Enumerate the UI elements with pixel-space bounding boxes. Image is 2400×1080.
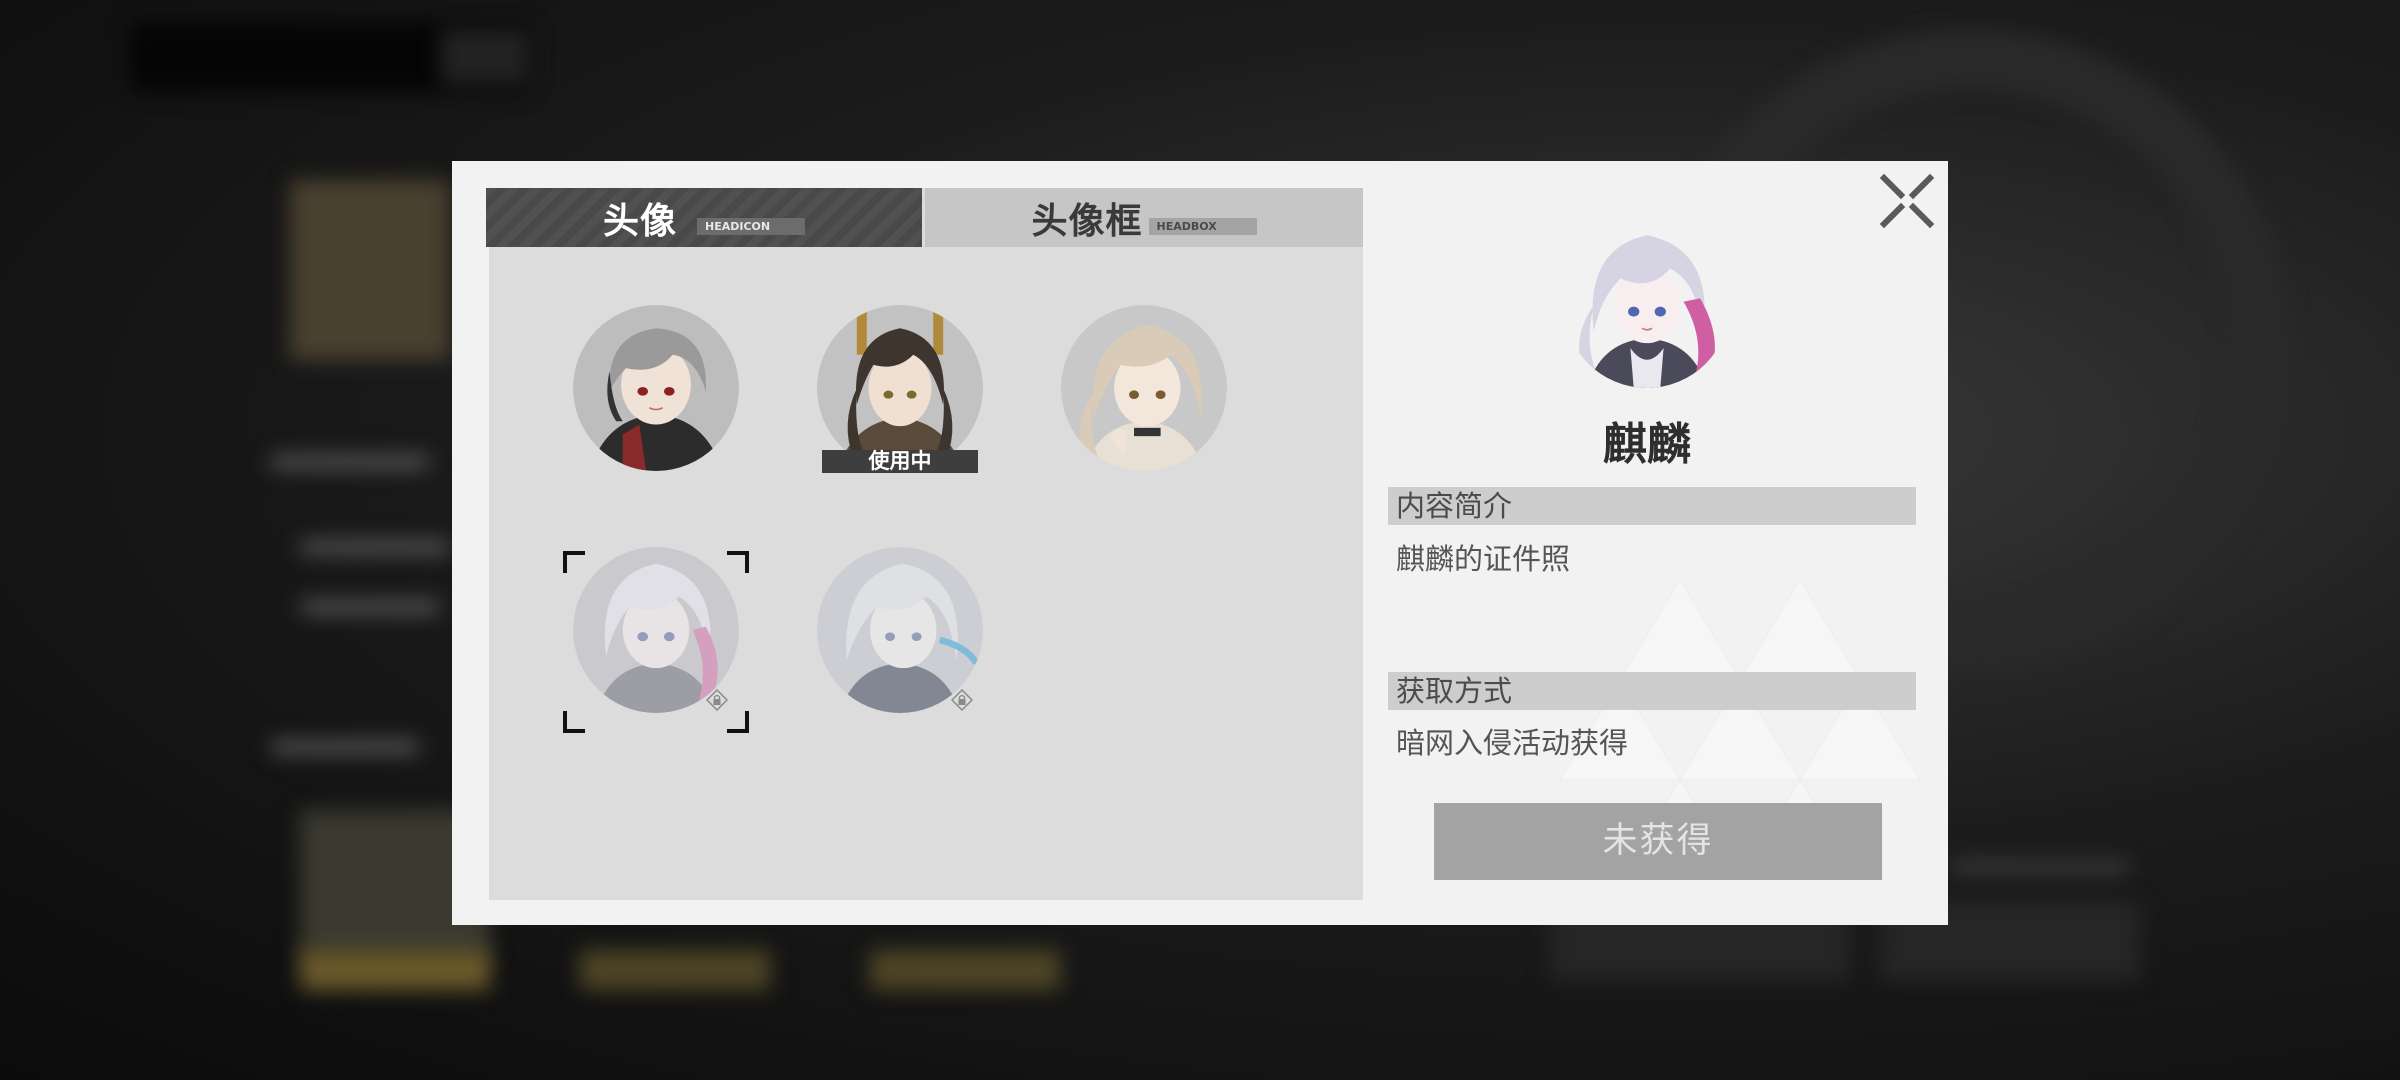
dark-haired-girl-avatar[interactable]	[817, 305, 983, 471]
selection-corner	[727, 711, 749, 733]
bg-bar	[870, 950, 1060, 990]
in-use-badge: 使用中	[822, 450, 978, 473]
bg-bar	[580, 950, 770, 990]
bg-text-line	[1950, 860, 2130, 874]
tab-avatar-frame-label: 头像框	[1031, 200, 1143, 242]
obtain-text: 暗网入侵活动获得	[1396, 726, 1629, 760]
selected-avatar-preview	[1564, 222, 1730, 388]
bg-text-line	[270, 740, 420, 754]
bg-bar	[300, 950, 490, 990]
lock-icon	[706, 689, 728, 711]
intro-section-header: 内容简介	[1388, 487, 1916, 525]
silver-haired-girl-avatar[interactable]	[573, 305, 739, 471]
avatar-portrait	[1061, 305, 1227, 471]
intro-text: 麒麟的证件照	[1396, 542, 1571, 576]
avatar-grid-panel	[489, 188, 1363, 900]
tab-avatar-frame-sublabel: HEADBOX	[1148, 218, 1257, 235]
bg-text-line	[300, 540, 450, 554]
blonde-girl-avatar[interactable]	[1061, 305, 1227, 471]
tab-avatar-sublabel: HEADICON	[697, 218, 805, 235]
tab-avatar-label: 头像	[602, 200, 677, 242]
bg-top-bar-tab	[440, 28, 530, 86]
character-name: 麒麟	[1603, 419, 1691, 470]
selection-corner	[727, 551, 749, 573]
unobtained-button[interactable]: 未获得	[1434, 803, 1882, 880]
bg-text-line	[300, 600, 440, 614]
selection-corner	[563, 551, 585, 573]
selection-corner	[563, 711, 585, 733]
lock-icon	[951, 689, 973, 711]
avatar-portrait	[573, 305, 739, 471]
bg-profile-card	[290, 180, 450, 360]
obtain-section-header: 获取方式	[1388, 672, 1916, 710]
close-icon[interactable]	[1878, 172, 1936, 230]
bg-text-line	[270, 455, 430, 469]
tab-avatar[interactable]: 头像 HEADICON	[486, 188, 922, 247]
avatar-portrait	[817, 305, 983, 471]
tab-avatar-frame[interactable]: 头像框 HEADBOX	[925, 188, 1363, 247]
avatar-portrait	[1564, 222, 1730, 388]
